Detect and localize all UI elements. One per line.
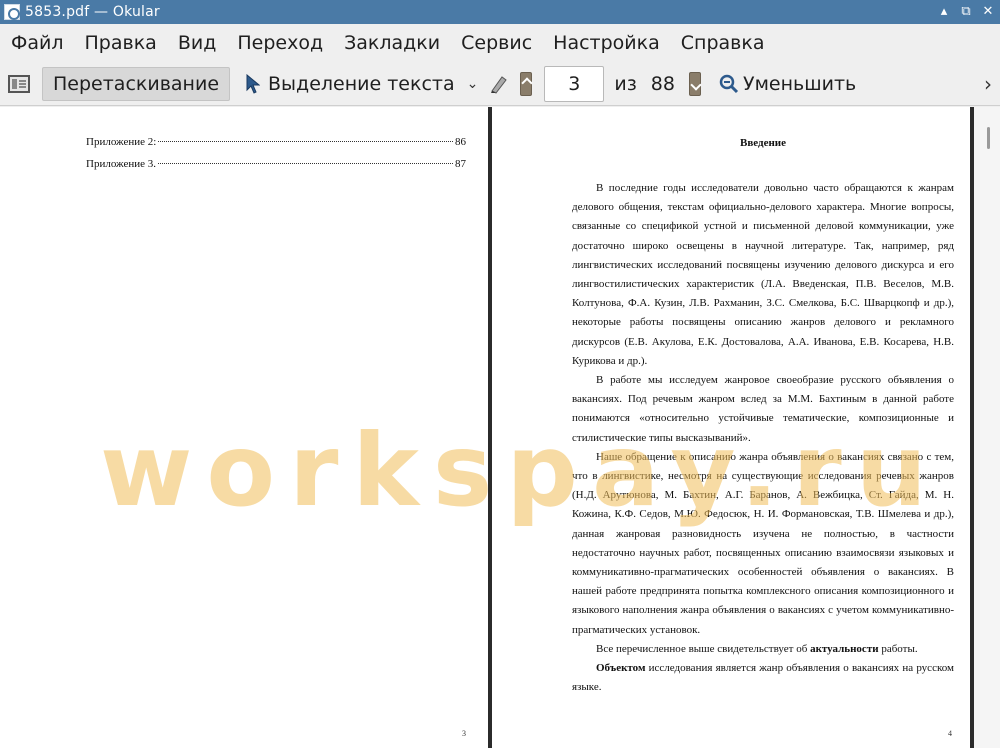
toc-entry-page: 86 <box>455 136 466 148</box>
bold-term: Объектом <box>596 662 646 675</box>
sidebar-toggle-icon[interactable] <box>8 74 30 93</box>
text-selection-label: Выделение текста <box>268 72 455 95</box>
page-number-footer: 3 <box>462 729 466 738</box>
cursor-icon <box>246 73 261 94</box>
toc-leader-dots <box>158 141 453 142</box>
body-paragraph: Наше обращение к описанию жанра объявлен… <box>572 450 954 636</box>
text-span: работы. <box>878 642 918 655</box>
menu-file[interactable]: Файл <box>11 32 64 54</box>
page-of-label: из <box>614 72 637 95</box>
chevron-down-icon[interactable]: ⌄ <box>467 76 479 92</box>
text-span: Все перечисленное выше свидетельствует о… <box>596 642 811 655</box>
toc-entry: Приложение 2: 86 <box>86 136 466 158</box>
toc-entry-title: Приложение 3. <box>86 158 157 170</box>
zoom-out-icon <box>719 74 739 93</box>
vertical-scrollbar[interactable] <box>974 107 1000 748</box>
body-paragraph: Все перечисленное выше свидетельствует о… <box>572 640 954 659</box>
bold-term: актуальности <box>810 642 879 655</box>
zoom-out-button[interactable]: Уменьшить <box>719 73 856 95</box>
body-paragraph: В работе мы исследуем жанровое своеобраз… <box>572 374 954 444</box>
menu-bookmarks[interactable]: Закладки <box>344 32 440 54</box>
viewport-gutter <box>0 107 6 748</box>
menu-tools[interactable]: Сервис <box>461 32 532 54</box>
window-controls: ▴ ⧉ ✕ <box>936 2 996 20</box>
menu-help[interactable]: Справка <box>681 32 765 54</box>
toc-entry-page: 87 <box>455 158 466 170</box>
scrollbar-thumb[interactable] <box>987 127 990 149</box>
introduction-section: Введение В последние годы исследователи … <box>572 137 954 697</box>
menu-bar: Файл Правка Вид Переход Закладки Сервис … <box>0 24 1000 62</box>
menu-go[interactable]: Переход <box>237 32 323 54</box>
browse-tool-button[interactable]: Перетаскивание <box>42 66 231 101</box>
minimize-icon[interactable]: ▴ <box>936 2 952 20</box>
page-number-footer: 4 <box>948 729 952 738</box>
body-paragraph: Объектом исследования является жанр объя… <box>572 659 954 697</box>
window-title: 5853.pdf — Okular <box>25 4 160 20</box>
next-page-icon[interactable] <box>688 71 701 96</box>
pdf-page-right: Введение В последние годы исследователи … <box>492 107 970 748</box>
annotation-pen-icon[interactable] <box>488 73 510 95</box>
document-viewport[interactable]: Приложение 2: 86 Приложение 3. 87 3 Введ… <box>0 107 1000 748</box>
close-icon[interactable]: ✕ <box>980 2 996 20</box>
table-of-contents: Приложение 2: 86 Приложение 3. 87 <box>86 136 466 180</box>
body-paragraph: В последние годы исследователи довольно … <box>572 182 954 367</box>
toc-entry: Приложение 3. 87 <box>86 158 466 180</box>
menu-settings[interactable]: Настройка <box>553 32 660 54</box>
toc-leader-dots <box>158 163 453 164</box>
zoom-out-label: Уменьшить <box>742 72 857 95</box>
main-toolbar: Перетаскивание Выделение текста ⌄ из 88 … <box>0 62 1000 106</box>
section-heading: Введение <box>739 137 787 149</box>
page-total-label: 88 <box>650 72 675 95</box>
toolbar-overflow-icon[interactable]: › <box>984 72 992 96</box>
maximize-icon[interactable]: ⧉ <box>958 2 974 20</box>
menu-view[interactable]: Вид <box>178 32 217 54</box>
title-bar: 5853.pdf — Okular ▴ ⧉ ✕ <box>0 0 1000 24</box>
browse-tool-label: Перетаскивание <box>53 72 220 95</box>
pdf-page-left: Приложение 2: 86 Приложение 3. 87 3 <box>8 107 488 748</box>
toc-entry-title: Приложение 2: <box>86 136 157 148</box>
page-number-input[interactable] <box>544 65 605 102</box>
menu-edit[interactable]: Правка <box>85 32 157 54</box>
text-selection-tool-button[interactable]: Выделение текста <box>246 67 455 101</box>
okular-app-icon <box>4 4 20 20</box>
previous-page-icon[interactable] <box>520 71 533 96</box>
